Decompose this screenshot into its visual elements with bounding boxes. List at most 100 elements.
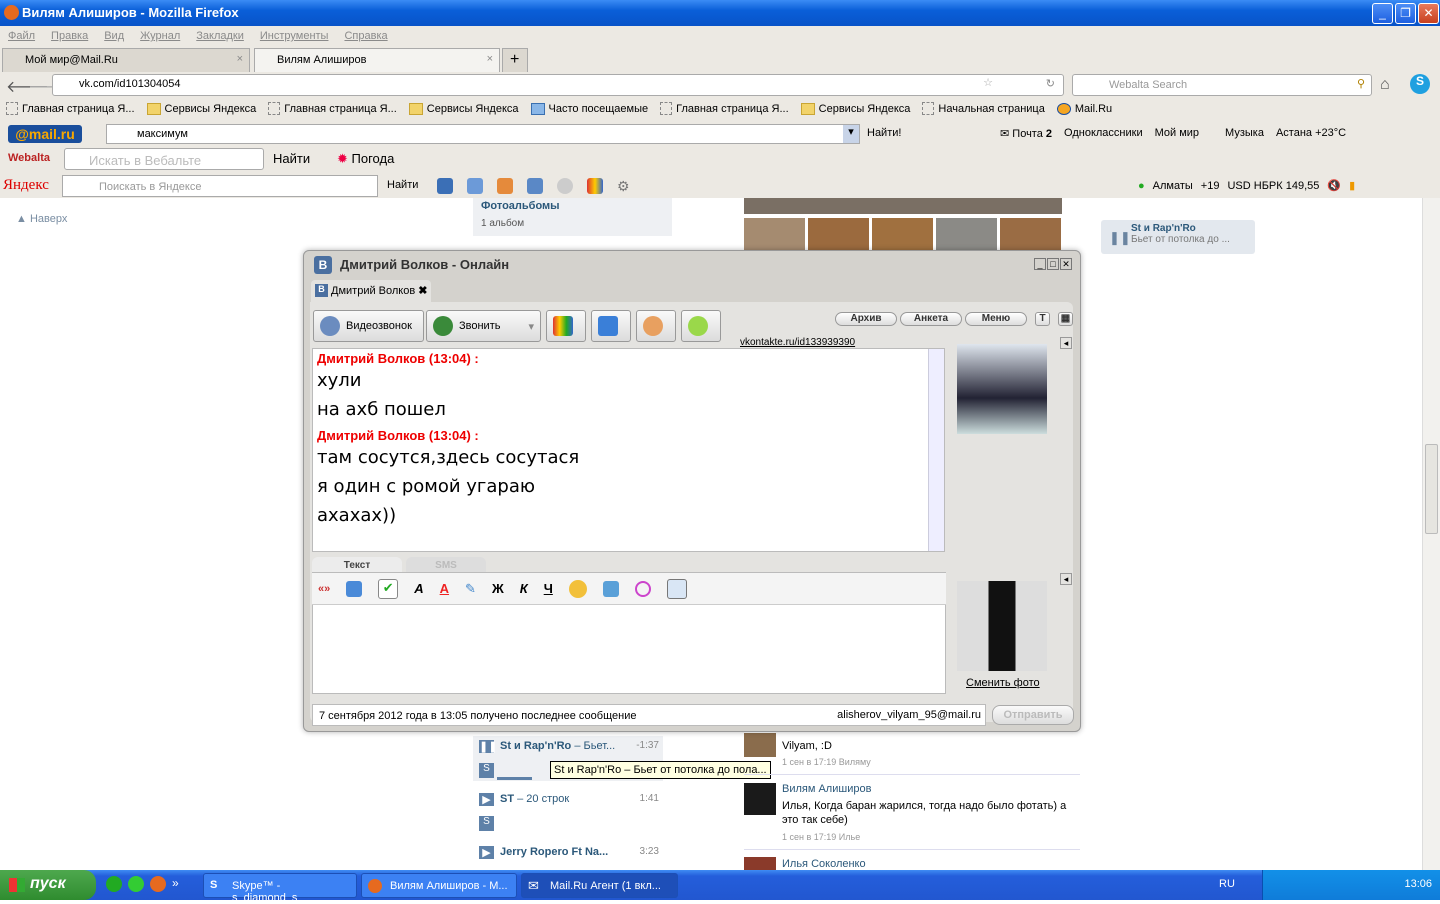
mailru-find-button[interactable]: Найти! xyxy=(867,127,901,139)
dropdown-icon[interactable]: ▾ xyxy=(843,125,859,143)
mail-icon[interactable] xyxy=(467,178,483,194)
video-call-button[interactable]: Видеозвонок xyxy=(313,310,424,342)
bookmark-folder[interactable]: Сервисы Яндекса xyxy=(408,102,519,115)
bookmark[interactable]: Начальная страница xyxy=(922,102,1045,115)
start-button[interactable]: пуск xyxy=(0,870,96,900)
page-scrollbar[interactable] xyxy=(1422,198,1440,870)
url-bar[interactable]: vk.com/id101304054 ↻ ☆ xyxy=(52,74,1064,96)
message-history[interactable]: Дмитрий Волков (13:04) : хули на ахб пош… xyxy=(312,348,945,552)
yandex-logo[interactable]: Яндекс xyxy=(3,177,49,194)
bookmark[interactable]: Главная страница Я... xyxy=(6,102,135,115)
city-label[interactable]: Алматы xyxy=(1153,180,1193,192)
maximize-button[interactable]: ❐ xyxy=(1395,3,1416,24)
photo-strip[interactable] xyxy=(744,198,1062,214)
webalta-search-input[interactable]: Искать в Вебальте xyxy=(64,148,264,170)
comment-author[interactable]: Илья Соколенко xyxy=(782,858,866,870)
mail-link[interactable]: ✉ Почта 2 xyxy=(1000,127,1052,140)
currency-label[interactable]: USD НБРК 149,55 xyxy=(1227,180,1319,192)
webalta-find-button[interactable]: Найти xyxy=(273,151,310,166)
scroll-thumb[interactable] xyxy=(1425,444,1438,534)
pin-icon[interactable]: T xyxy=(1035,312,1050,326)
music-link[interactable]: Музыка xyxy=(1225,127,1264,140)
bookmark-mailru[interactable]: Mail.Ru xyxy=(1056,102,1112,115)
chat-tab[interactable]: B Дмитрий Волков ✖ xyxy=(311,280,431,302)
audio-track[interactable]: ▶ Jerry Ropero Ft Na... 3:23 xyxy=(479,846,659,859)
utorrent-icon[interactable] xyxy=(106,876,122,892)
call-button[interactable]: Звонить ▾ xyxy=(426,310,541,342)
change-photo-link[interactable]: Сменить фото xyxy=(966,677,1040,689)
ok-link[interactable]: Одноклассники xyxy=(1064,127,1143,140)
sms-button[interactable] xyxy=(681,310,721,342)
avatar[interactable] xyxy=(744,857,776,870)
new-tab-button[interactable]: + xyxy=(502,48,528,72)
close-tab-icon[interactable]: × xyxy=(237,53,243,65)
menu-button[interactable]: Меню xyxy=(965,312,1027,326)
bookmark[interactable]: Главная страница Я... xyxy=(660,102,789,115)
play-icon[interactable]: ▶ xyxy=(479,793,494,806)
task-skype[interactable]: S Skype™ - s_diamond_s xyxy=(203,873,357,904)
star-icon[interactable]: ☆ xyxy=(983,76,993,89)
tv-icon[interactable] xyxy=(602,580,619,597)
translate-icon[interactable] xyxy=(527,178,543,194)
comment-meta[interactable]: 1 сен в 17:19 Илье xyxy=(782,832,860,842)
menu-file[interactable]: Файл xyxy=(8,30,35,42)
font-color-icon[interactable]: A xyxy=(440,581,449,596)
bookmark-folder[interactable]: Сервисы Яндекса xyxy=(146,102,256,115)
menu-edit[interactable]: Правка xyxy=(51,30,88,42)
close-tab-icon[interactable]: × xyxy=(487,53,493,65)
pause-icon[interactable]: ❚❚ xyxy=(479,740,497,753)
games-button[interactable] xyxy=(546,310,586,342)
yandex-search-input[interactable]: Поискать в Яндексе xyxy=(62,175,378,197)
bookmark[interactable]: Главная страница Я... xyxy=(268,102,397,115)
bookmark-folder[interactable]: Часто посещаемые xyxy=(530,102,648,115)
bookmark-folder[interactable]: Сервисы Яндекса xyxy=(800,102,910,115)
profile-button[interactable]: Анкета xyxy=(900,312,962,326)
font-icon[interactable]: A xyxy=(414,581,423,596)
mailru-logo[interactable]: @mail.ru xyxy=(8,125,82,143)
home-icon[interactable]: ⌂ xyxy=(1380,76,1390,94)
audio-track[interactable]: ❚❚ St и Rap'n'Ro – Бьет... -1:37 xyxy=(479,740,659,753)
firefox-icon[interactable] xyxy=(150,876,166,892)
weather-link[interactable]: Астана +23°C xyxy=(1276,127,1346,140)
minimize-icon[interactable]: _ xyxy=(1034,258,1046,270)
my-photo[interactable] xyxy=(957,581,1047,671)
task-mailru-agent[interactable]: ✉ Mail.Ru Агент (1 вкл... xyxy=(521,873,678,898)
weather-button[interactable]: ✹ Погода xyxy=(337,151,394,167)
tab-mymir[interactable]: Мой мир@Mail.Ru × xyxy=(2,48,250,72)
close-tab-icon[interactable]: ✖ xyxy=(418,285,427,297)
close-icon[interactable]: ✕ xyxy=(1060,258,1072,270)
photo-thumb[interactable] xyxy=(808,218,869,250)
history-scrollbar[interactable] xyxy=(928,349,944,551)
pause-icon[interactable]: ❚❚ xyxy=(1109,230,1131,246)
minimize-button[interactable]: _ xyxy=(1372,3,1393,24)
agent-icon[interactable] xyxy=(128,876,144,892)
reload-icon[interactable]: ↻ xyxy=(1046,77,1055,90)
webalta-logo[interactable]: Webalta xyxy=(8,152,50,164)
maximize-icon[interactable]: □ xyxy=(1047,258,1059,270)
more-icon[interactable]: » xyxy=(172,876,179,892)
photo-thumb[interactable] xyxy=(872,218,933,250)
comment-author[interactable]: Вилям Алиширов xyxy=(782,783,871,795)
mini-player[interactable]: ❚❚ St и Rap'n'Ro Бьет от потолка до ... xyxy=(1101,220,1255,254)
vk-icon[interactable] xyxy=(437,178,453,194)
menu-bookmarks[interactable]: Закладки xyxy=(196,30,244,42)
profile-link[interactable]: vkontakte.ru/id133939390 xyxy=(740,337,855,348)
spellcheck-icon[interactable]: ✔ xyxy=(378,578,399,599)
underline-button[interactable]: Ч xyxy=(544,581,553,596)
quote-button[interactable]: «» xyxy=(318,583,330,595)
myworld-link[interactable]: Мой мир xyxy=(1155,127,1199,140)
menu-help[interactable]: Справка xyxy=(344,30,387,42)
scroll-up-link[interactable]: ▲ Наверх xyxy=(16,213,67,225)
photo-thumb[interactable] xyxy=(936,218,997,250)
archive-button[interactable]: Архив xyxy=(835,312,897,326)
contact-photo[interactable] xyxy=(957,344,1047,434)
menu-history[interactable]: Журнал xyxy=(140,30,180,42)
tab-text[interactable]: Текст xyxy=(312,557,402,573)
albums-heading[interactable]: Фотоальбомы xyxy=(473,198,672,214)
smiley-icon[interactable] xyxy=(568,579,587,598)
bold-button[interactable]: Ж xyxy=(492,581,504,596)
collapse-icon[interactable]: ◂ xyxy=(1060,337,1072,349)
audio-track[interactable]: ▶ ST – 20 строк 1:41 xyxy=(479,793,659,806)
send-button[interactable]: Отправить xyxy=(992,705,1074,725)
temperature-label[interactable]: +19 xyxy=(1201,180,1220,192)
